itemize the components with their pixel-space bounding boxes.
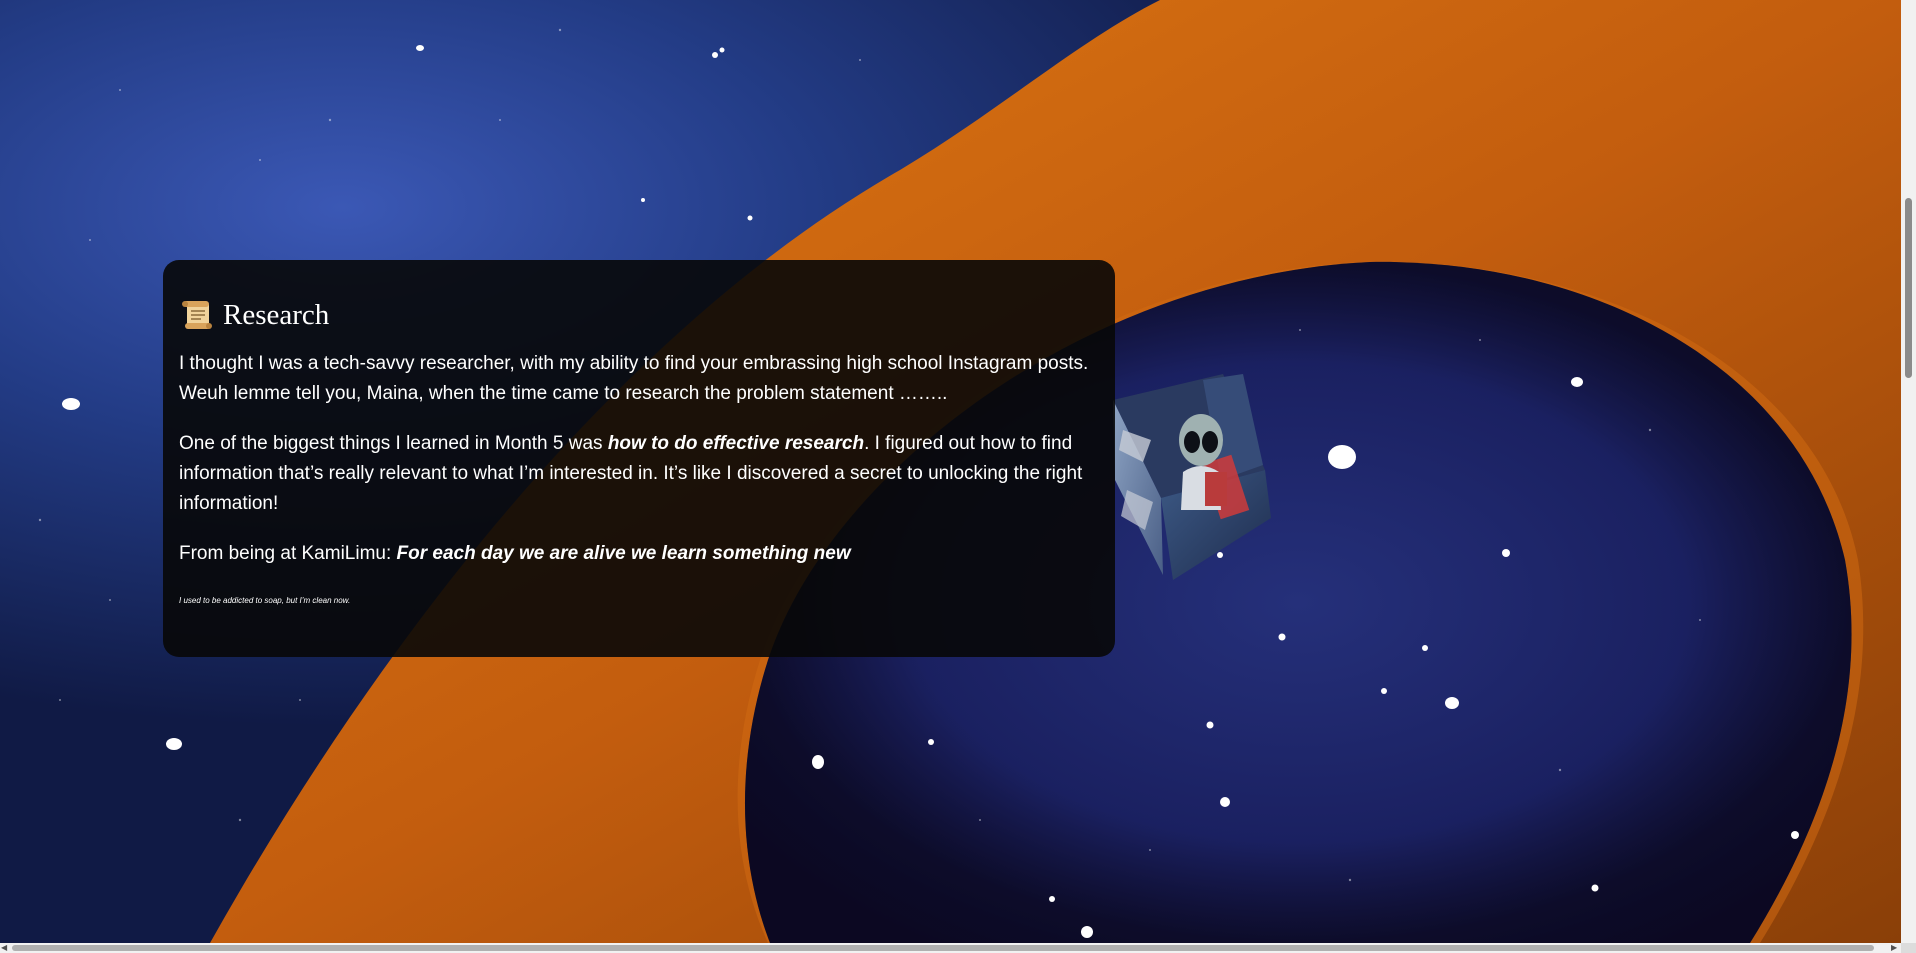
motto-emphasis: For each day we are alive we learn somet…: [396, 543, 851, 564]
motto-paragraph: From being at KamiLimu: For each day we …: [179, 539, 1099, 569]
research-card: Research I thought I was a tech-savvy re…: [163, 260, 1115, 657]
section-title-text: Research: [223, 298, 330, 331]
horizontal-scrollbar[interactable]: ◀ ▶: [0, 943, 1901, 953]
scroll-right-icon[interactable]: ▶: [1891, 944, 1897, 952]
intro-text: I thought I was a tech-savvy researcher,…: [179, 353, 1089, 404]
section-title: Research: [179, 297, 1099, 333]
intro-paragraph: I thought I was a tech-savvy researcher,…: [179, 349, 1099, 409]
scroll-icon: [182, 301, 212, 329]
scroll-left-icon[interactable]: ◀: [1, 944, 7, 952]
vertical-scrollbar-thumb[interactable]: [1905, 198, 1912, 378]
learning-paragraph: One of the biggest things I learned in M…: [179, 429, 1099, 519]
page-viewport: Research I thought I was a tech-savvy re…: [0, 0, 1901, 943]
motto-text-before: From being at KamiLimu:: [179, 543, 397, 564]
footnote: I used to be addicted to soap, but I’m c…: [179, 596, 351, 605]
scrollbar-corner: [1901, 943, 1916, 953]
learning-text-before: One of the biggest things I learned in M…: [179, 433, 608, 454]
vertical-scrollbar[interactable]: [1901, 0, 1916, 943]
horizontal-scrollbar-thumb[interactable]: [12, 945, 1874, 951]
alien-cube-icon: [1113, 374, 1271, 580]
learning-emphasis: how to do effective research: [607, 433, 865, 454]
